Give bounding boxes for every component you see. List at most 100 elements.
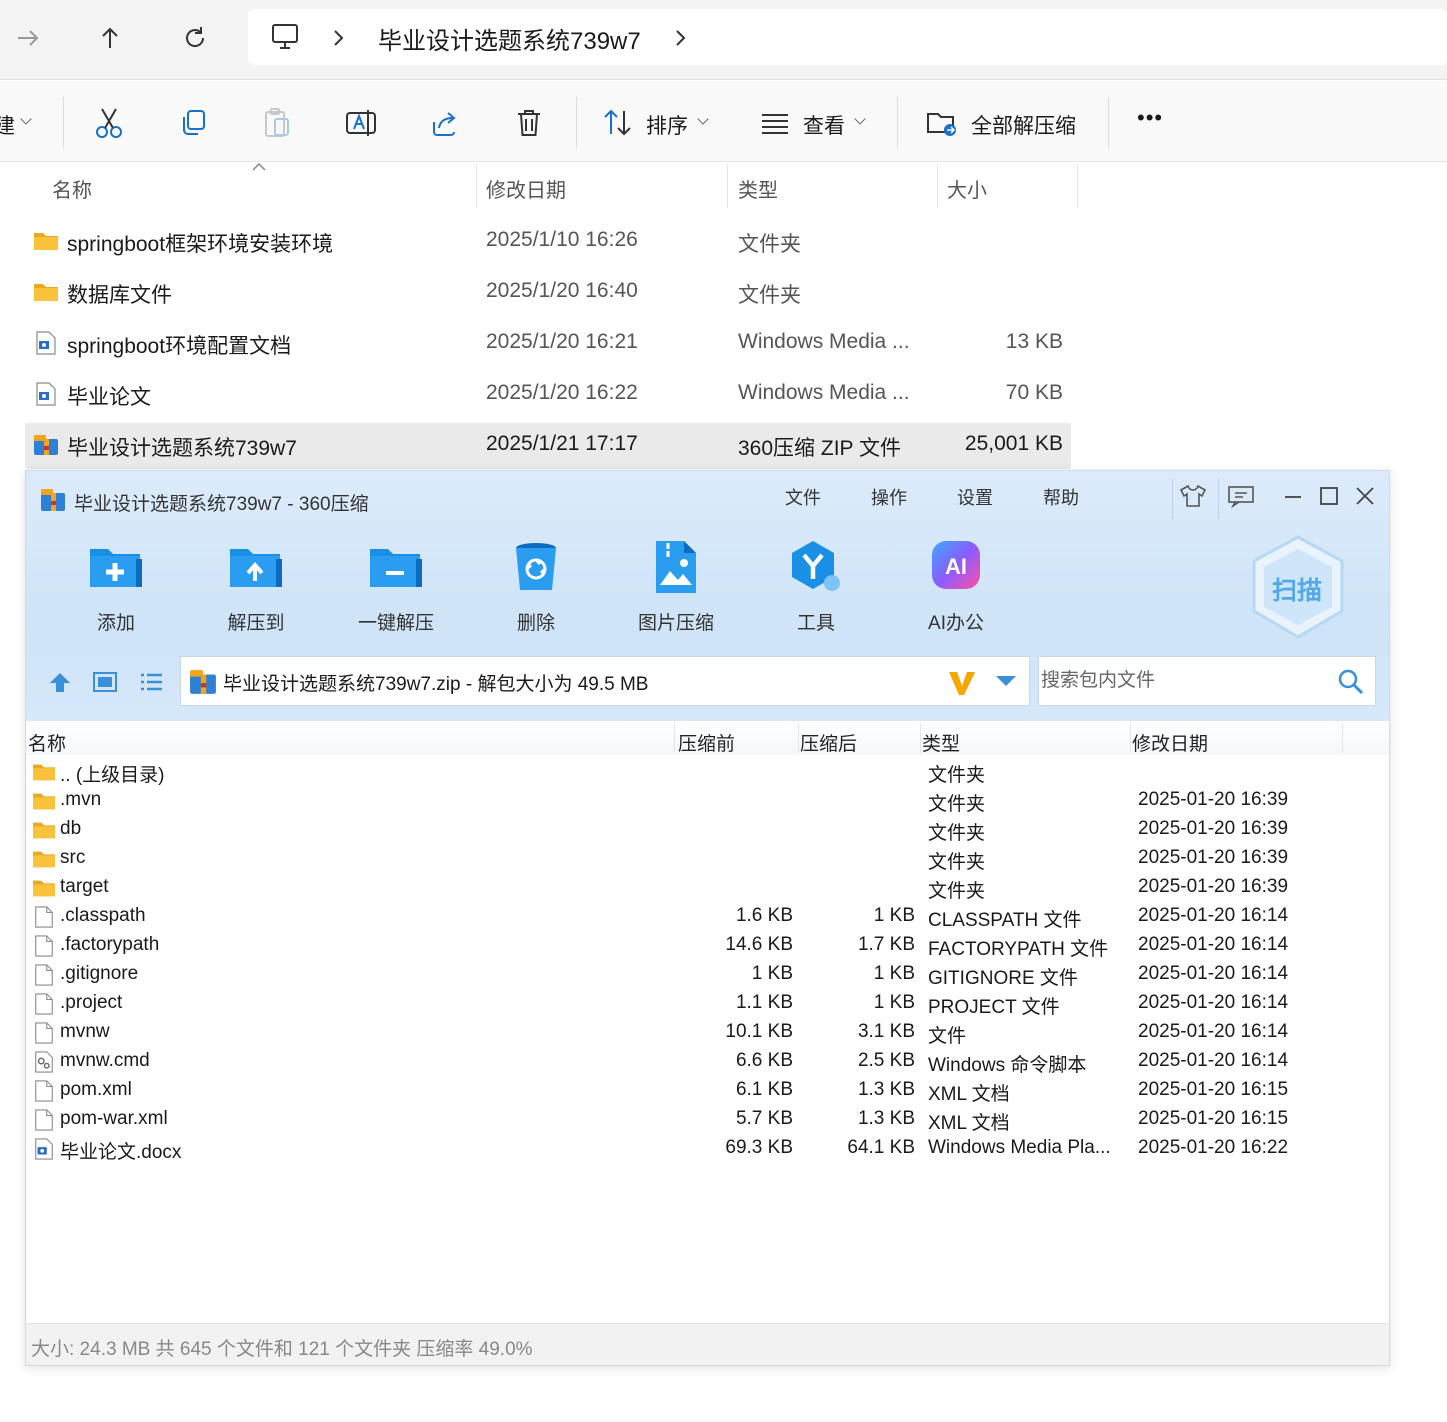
extract-to-label: 解压到 bbox=[227, 613, 285, 634]
column-header-date[interactable]: 修改日期 bbox=[486, 174, 566, 203]
delete-button[interactable] bbox=[509, 103, 549, 143]
column-divider[interactable] bbox=[1077, 164, 1078, 208]
zip-header-after[interactable]: 压缩后 bbox=[800, 729, 857, 756]
more-options-button[interactable]: ••• bbox=[1137, 105, 1163, 131]
column-divider[interactable] bbox=[1130, 723, 1131, 753]
zip-file-row[interactable]: .factorypath 14.6 KB 1.7 KB FACTORYPATH 文件 2… bbox=[26, 932, 1389, 961]
zip-header-before[interactable]: 压缩前 bbox=[678, 729, 735, 756]
view-button[interactable]: 查看 bbox=[803, 110, 845, 140]
cut-button[interactable] bbox=[89, 103, 129, 143]
archive-path-bar[interactable]: 毕业设计选题系统739w7.zip - 解包大小为 49.5 MB bbox=[180, 656, 1030, 706]
tools-button[interactable]: 工具 bbox=[766, 539, 866, 635]
skin-button[interactable] bbox=[1178, 481, 1208, 511]
zip-file-row[interactable]: .project 1.1 KB 1 KB PROJECT 文件 2025-01-20 1… bbox=[26, 990, 1389, 1019]
search-input[interactable] bbox=[1041, 659, 1331, 703]
parent-folder-icon[interactable] bbox=[48, 670, 72, 694]
extract-all-icon-wrap[interactable] bbox=[922, 103, 962, 143]
breadcrumb[interactable]: 毕业设计选题系统739w7 bbox=[248, 9, 1447, 65]
thumbnail-view-icon[interactable] bbox=[92, 670, 118, 694]
sort-button-icon[interactable] bbox=[598, 103, 638, 143]
delete-archive-button[interactable]: 删除 bbox=[486, 539, 586, 635]
list-view-icon[interactable] bbox=[138, 670, 164, 694]
scan-button[interactable]: 扫描 bbox=[1248, 533, 1348, 643]
share-button[interactable] bbox=[425, 103, 465, 143]
column-divider[interactable] bbox=[476, 164, 477, 208]
close-button[interactable] bbox=[1350, 481, 1380, 511]
zip-header-date[interactable]: 修改日期 bbox=[1132, 729, 1208, 756]
search-icon[interactable] bbox=[1337, 668, 1365, 696]
clipboard-icon bbox=[265, 108, 289, 137]
sort-button[interactable]: 排序 bbox=[646, 110, 688, 140]
vip-v-icon[interactable] bbox=[947, 669, 977, 697]
add-folder-icon bbox=[90, 549, 142, 587]
refresh-icon bbox=[186, 27, 205, 47]
zip-file-row[interactable]: pom-war.xml 5.7 KB 1.3 KB XML 文档 2025-01-20 … bbox=[26, 1106, 1389, 1135]
column-divider[interactable] bbox=[674, 723, 675, 753]
new-button-label[interactable]: 建 bbox=[0, 110, 15, 140]
zip-header-name[interactable]: 名称 bbox=[28, 729, 66, 756]
feedback-button[interactable] bbox=[1226, 481, 1256, 511]
zip-file-row[interactable]: mvnw.cmd 6.6 KB 2.5 KB Windows 命令脚本 2025-01-… bbox=[26, 1048, 1389, 1077]
view-button-icon[interactable] bbox=[755, 103, 795, 143]
minimize-button[interactable] bbox=[1278, 481, 1308, 511]
extract-all-icon bbox=[927, 113, 956, 136]
chevron-down-icon[interactable] bbox=[20, 113, 32, 125]
file-size: 25,001 KB bbox=[964, 432, 1063, 455]
column-divider[interactable] bbox=[1342, 723, 1343, 753]
maximize-button[interactable] bbox=[1314, 481, 1344, 511]
file-row[interactable]: springboot框架环境安装环境 2025/1/10 16:26 文件夹 bbox=[25, 219, 1071, 265]
forward-button[interactable] bbox=[8, 18, 48, 58]
extract-all-button[interactable]: 全部解压缩 bbox=[971, 110, 1076, 140]
share-icon bbox=[433, 112, 456, 136]
zip-file-row[interactable]: pom.xml 6.1 KB 1.3 KB XML 文档 2025-01-20 16:1… bbox=[26, 1077, 1389, 1106]
rename-button[interactable] bbox=[341, 103, 381, 143]
zip-file-row[interactable]: .mvn 文件夹 2025-01-20 16:39 bbox=[26, 787, 1389, 816]
chevron-down-icon[interactable] bbox=[854, 113, 866, 125]
file-row[interactable]: 毕业论文 2025/1/20 16:22 Windows Media ... 70 K… bbox=[25, 372, 1071, 418]
paste-button[interactable] bbox=[257, 103, 297, 143]
column-divider[interactable] bbox=[727, 164, 728, 208]
file-icon bbox=[35, 993, 53, 1015]
file-row[interactable]: 数据库文件 2025/1/20 16:40 文件夹 bbox=[25, 270, 1071, 316]
column-divider[interactable] bbox=[798, 723, 799, 753]
zip-header-type[interactable]: 类型 bbox=[922, 729, 960, 756]
zip-file-row[interactable]: .gitignore 1 KB 1 KB GITIGNORE 文件 2025-01-20… bbox=[26, 961, 1389, 990]
column-divider[interactable] bbox=[937, 164, 938, 208]
column-header-size[interactable]: 大小 bbox=[947, 174, 987, 203]
tools-icon bbox=[792, 541, 840, 591]
column-divider[interactable] bbox=[920, 723, 921, 753]
column-header-type[interactable]: 类型 bbox=[738, 174, 778, 203]
zip-file-row[interactable]: 毕业论文.docx 69.3 KB 64.1 KB Windows Media Pla… bbox=[26, 1135, 1389, 1164]
one-click-extract-button[interactable]: 一键解压 bbox=[346, 539, 446, 635]
zip-file-row[interactable]: src 文件夹 2025-01-20 16:39 bbox=[26, 845, 1389, 874]
file-row[interactable]: springboot环境配置文档 2025/1/20 16:21 Windows M… bbox=[25, 321, 1071, 367]
add-button[interactable]: 添加 bbox=[66, 539, 166, 635]
zip-file-row[interactable]: db 文件夹 2025-01-20 16:39 bbox=[26, 816, 1389, 845]
copy-button[interactable] bbox=[173, 103, 213, 143]
refresh-button[interactable] bbox=[175, 18, 215, 58]
zip-file-name: .mvn bbox=[60, 789, 102, 810]
file-date: 2025/1/20 16:22 bbox=[486, 381, 638, 404]
column-header-name[interactable]: 名称 bbox=[52, 174, 92, 203]
image-compress-button[interactable]: 图片压缩 bbox=[626, 539, 726, 635]
chevron-down-icon[interactable] bbox=[697, 113, 709, 125]
breadcrumb-current-folder[interactable]: 毕业设计选题系统739w7 bbox=[378, 21, 641, 56]
ai-office-button[interactable]: AI AI办公 bbox=[906, 539, 1006, 635]
menu-help[interactable]: 帮助 bbox=[1043, 484, 1079, 510]
file-type: 文件夹 bbox=[738, 284, 801, 307]
up-button[interactable] bbox=[90, 18, 130, 58]
zip-file-row[interactable]: target 文件夹 2025-01-20 16:39 bbox=[26, 874, 1389, 903]
dropdown-arrow-icon[interactable] bbox=[995, 675, 1017, 687]
menu-operation[interactable]: 操作 bbox=[871, 484, 907, 510]
search-box[interactable] bbox=[1038, 656, 1376, 706]
file-type: Windows Media ... bbox=[738, 381, 910, 404]
extract-to-button[interactable]: 解压到 bbox=[206, 539, 306, 635]
zip-file-row[interactable]: .. (上级目录) 文件夹 bbox=[26, 758, 1389, 787]
zip-file-row[interactable]: .classpath 1.6 KB 1 KB CLASSPATH 文件 2025-01-… bbox=[26, 903, 1389, 932]
menu-file[interactable]: 文件 bbox=[785, 484, 821, 510]
file-row[interactable]: 毕业设计选题系统739w7 2025/1/21 17:17 360压缩 ZIP 文件… bbox=[25, 423, 1071, 469]
chevron-right-icon[interactable] bbox=[674, 29, 688, 47]
divider bbox=[63, 97, 64, 149]
menu-settings[interactable]: 设置 bbox=[957, 484, 993, 510]
zip-file-row[interactable]: mvnw 10.1 KB 3.1 KB 文件 2025-01-20 16:14 bbox=[26, 1019, 1389, 1048]
